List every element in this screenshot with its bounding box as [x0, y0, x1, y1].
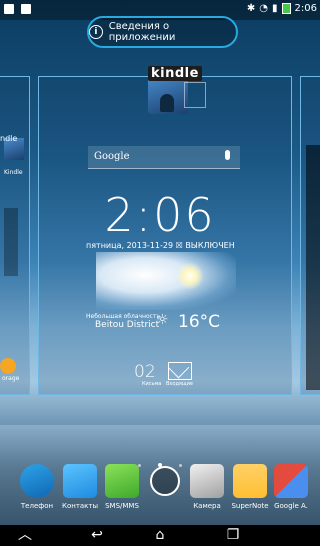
status-time: 2:06: [294, 3, 317, 14]
supernote-icon: [233, 464, 267, 498]
navigation-bar: ︿ ↩ ⌂ ❐: [0, 525, 320, 546]
right-widget: [306, 145, 320, 390]
microphone-icon[interactable]: [225, 150, 230, 160]
phone-icon: [20, 464, 54, 498]
storage-icon: [0, 358, 16, 374]
mail-icon[interactable]: [168, 362, 192, 380]
kindle-label-left: Kindle: [4, 169, 23, 176]
reader-silhouette-icon: [160, 94, 174, 112]
contacts-icon: [63, 464, 97, 498]
drop-outline: [184, 82, 206, 108]
dock-app-label: SMS/MMS: [105, 502, 139, 510]
sd-card-icon: [4, 4, 14, 14]
wifi-icon: ◔: [259, 3, 269, 14]
dock-app-label: Google A.: [274, 502, 308, 510]
google-apps-icon: [274, 464, 308, 498]
app-info-drop-target[interactable]: i Сведения о приложении: [87, 16, 238, 48]
weather-background: [96, 252, 236, 310]
storage-label: orage: [2, 375, 20, 382]
weather-city: Beitou District: [95, 320, 160, 330]
dock: Телефон Контакты SMS/MMS Камера SuperNot…: [0, 464, 320, 524]
status-right: ✱ ◔ ▮ 2:06: [247, 3, 317, 14]
bluetooth-icon: ✱: [246, 3, 256, 14]
nav-up-icon[interactable]: ︿: [10, 528, 40, 543]
battery-icon: [281, 3, 291, 14]
notification-icon: [21, 4, 32, 14]
google-search-bar[interactable]: Google: [88, 146, 240, 169]
kindle-logo: kindle: [148, 66, 202, 81]
dock-app-google-apps[interactable]: Google A.: [266, 464, 316, 510]
message-count[interactable]: 02: [134, 362, 156, 382]
kindle-word-left: ndle: [0, 134, 18, 143]
signal-icon: ▮: [272, 3, 278, 14]
weather-temperature: 16°C: [178, 312, 221, 332]
recent-apps-icon[interactable]: ❐: [218, 528, 248, 543]
camera-icon: [190, 464, 224, 498]
weather-condition: Небольшая облачность: [86, 313, 160, 320]
info-icon: i: [89, 25, 103, 39]
sms-icon: [105, 464, 139, 498]
home-icon[interactable]: ⌂: [145, 528, 175, 543]
partly-cloudy-icon: ☼: [156, 312, 169, 328]
messages-label: Кисьма: [142, 381, 162, 387]
clock-time[interactable]: 2:06: [0, 188, 320, 242]
google-search-label: Google: [94, 151, 130, 162]
status-left-icons: [4, 4, 35, 17]
date-line: пятница, 2013-11-29 ☒ ВЫКЛЮЧЕН: [86, 241, 235, 250]
inbox-label: Входящие: [166, 381, 193, 387]
all-apps-icon: [150, 466, 180, 496]
back-icon[interactable]: ↩: [82, 528, 112, 543]
sun-glow: [176, 262, 204, 290]
app-info-label: Сведения о приложении: [108, 21, 176, 43]
